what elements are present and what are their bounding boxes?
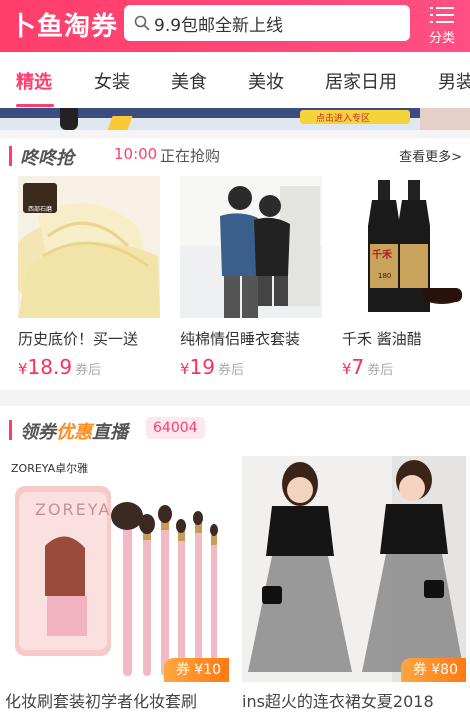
section-marker: [9, 420, 12, 440]
flash-sale-section: 咚咚抢 10:00 正在抢购 查看更多> 西部石磨 历史底价！买一送 ¥18.9…: [0, 138, 470, 390]
product-image: 西部石磨: [18, 176, 160, 318]
coupon-badge[interactable]: 券 ¥80: [400, 658, 466, 682]
promo-banner[interactable]: 点击进入专区: [0, 108, 470, 130]
title-part: 领券: [20, 422, 56, 443]
banner-figure: [60, 108, 78, 130]
see-more-link[interactable]: 查看更多>: [399, 146, 462, 165]
currency-symbol: ¥: [18, 360, 28, 378]
product-card[interactable]: 券 ¥80 ins超火的连衣裙女夏2018: [242, 456, 466, 712]
category-label: 分类: [428, 31, 455, 46]
search-input[interactable]: [154, 9, 404, 37]
live-count-badge: 64004: [146, 417, 205, 439]
product-image: ZOREYA卓尔雅 ZOREYA 券 ¥10: [5, 456, 229, 682]
tab-beauty[interactable]: 美妆: [248, 68, 284, 94]
bottle-label: 千禾: [372, 250, 392, 261]
tab-mens[interactable]: 男装: [438, 68, 470, 94]
product-name: 纯棉情侣睡衣套装: [180, 330, 301, 348]
product-price: ¥19 券后: [180, 355, 322, 379]
brand-logo: ZOREYA卓尔雅: [11, 462, 89, 475]
product-image: [180, 176, 322, 318]
after-coupon-label: 券后: [367, 363, 394, 378]
live-coupon-section: 领券优惠直播 64004 ZOREYA卓尔雅 ZOREYA 券 ¥10 化妆刷套…: [0, 406, 470, 716]
section-title: 咚咚抢: [20, 148, 74, 169]
banner-cta-text: 点击进入专区: [316, 114, 371, 124]
app-logo[interactable]: 卜鱼淘券: [10, 6, 118, 43]
product-card[interactable]: 千禾 180 千禾 酱油醋 ¥7 券后: [342, 176, 470, 379]
tab-food[interactable]: 美食: [171, 68, 207, 94]
search-box[interactable]: [124, 5, 410, 41]
title-part: 直播: [92, 422, 128, 443]
tab-womens[interactable]: 女装: [94, 68, 130, 94]
brand-badge: 西部石磨: [27, 206, 52, 213]
title-highlight: 优惠: [56, 422, 92, 443]
currency-symbol: ¥: [180, 360, 190, 378]
active-tab-indicator: [16, 104, 54, 107]
product-card[interactable]: 纯棉情侣睡衣套装 ¥19 券后: [180, 176, 322, 379]
brand-box-text: ZOREYA: [35, 500, 112, 519]
coupon-badge[interactable]: 券 ¥10: [163, 658, 229, 682]
product-name: 历史底价！买一送: [18, 330, 139, 348]
price-value: 7: [351, 355, 365, 379]
product-card[interactable]: ZOREYA卓尔雅 ZOREYA 券 ¥10 化妆刷套装初学者化妆套刷: [5, 456, 229, 712]
section-title: 领券优惠直播: [20, 418, 128, 444]
category-tabs: 精选 女装 美食 美妆 居家日用 男装: [0, 52, 470, 108]
flash-sale-status: 正在抢购: [160, 147, 221, 165]
banner-product: [420, 108, 470, 130]
product-image: 千禾 180: [342, 176, 470, 318]
price-value: 19: [189, 355, 215, 379]
product-price: ¥18.9 券后: [18, 355, 160, 379]
category-button[interactable]: 分类: [424, 6, 460, 46]
product-image: 券 ¥80: [242, 456, 466, 682]
product-name: 化妆刷套装初学者化妆套刷: [5, 692, 198, 711]
app-header: 卜鱼淘券 分类: [0, 0, 470, 52]
flash-sale-time: 10:00: [114, 145, 158, 163]
currency-symbol: ¥: [342, 360, 352, 378]
bottle-number: 180: [378, 272, 392, 280]
tab-home[interactable]: 居家日用: [325, 68, 397, 94]
after-coupon-label: 券后: [218, 363, 245, 378]
after-coupon-label: 券后: [75, 363, 102, 378]
product-name: ins超火的连衣裙女夏2018: [242, 692, 434, 711]
search-icon: [134, 15, 150, 31]
product-name: 千禾 酱油醋: [342, 330, 422, 348]
product-card[interactable]: 西部石磨 历史底价！买一送 ¥18.9 券后: [18, 176, 160, 379]
section-marker: [9, 146, 12, 166]
price-value: 18.9: [27, 355, 73, 379]
product-price: ¥7 券后: [342, 355, 470, 379]
tab-featured[interactable]: 精选: [16, 68, 52, 94]
list-icon: [430, 7, 454, 23]
